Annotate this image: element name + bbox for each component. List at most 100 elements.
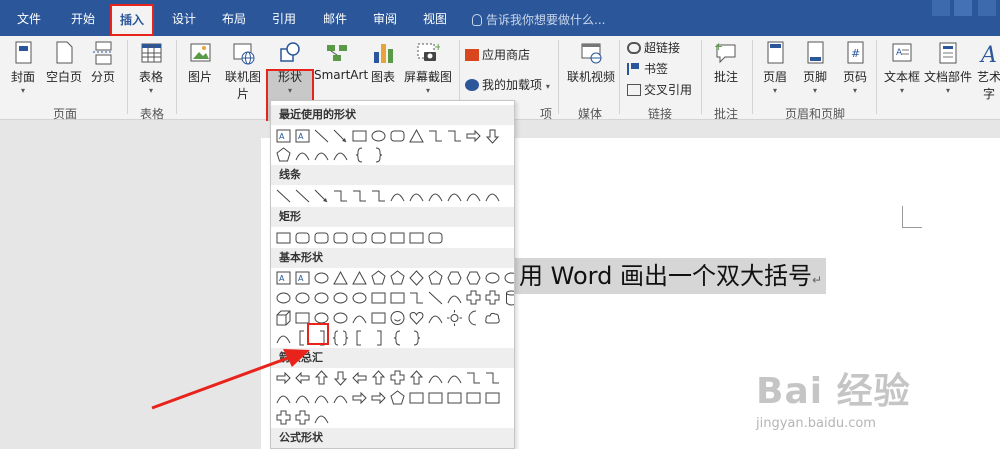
shape-option-heart[interactable]	[408, 309, 425, 327]
shape-option-uarrow[interactable]	[408, 369, 425, 387]
shape-option-line[interactable]	[294, 187, 311, 205]
shape-option-rect[interactable]	[446, 389, 463, 407]
tab-insert[interactable]: 插入	[110, 4, 155, 36]
shape-option-oval[interactable]	[275, 289, 292, 307]
page-break-button[interactable]: 分页	[88, 40, 118, 85]
shape-option-rect[interactable]	[465, 389, 482, 407]
shape-option-rrect[interactable]	[370, 229, 387, 247]
shape-option-cloud[interactable]	[484, 309, 501, 327]
shape-option-rbracket[interactable]	[370, 329, 387, 347]
tab-design[interactable]: 设计	[172, 10, 196, 28]
shape-option-larrow[interactable]	[294, 369, 311, 387]
shape-option-elbow[interactable]	[427, 127, 444, 145]
bookmark-button[interactable]: 书签	[627, 60, 668, 77]
tab-references[interactable]: 引用	[272, 10, 296, 28]
shape-option-curve[interactable]	[332, 389, 349, 407]
shape-option-darrow[interactable]	[332, 369, 349, 387]
cross-reference-button[interactable]: 交叉引用	[627, 81, 692, 98]
window-control-icon[interactable]	[954, 0, 972, 16]
shape-option-rrect[interactable]	[351, 229, 368, 247]
shape-option-rarrow[interactable]	[465, 127, 482, 145]
doc-parts-button[interactable]: 文档部件 ▾	[924, 40, 972, 95]
shape-option-rect[interactable]	[370, 309, 387, 327]
my-addins-button[interactable]: 我的加载项 ▾	[465, 76, 550, 93]
online-video-button[interactable]: 联机视频	[566, 40, 616, 85]
shape-option-rbrace[interactable]	[408, 329, 425, 347]
shape-option-curve[interactable]	[294, 389, 311, 407]
tab-view[interactable]: 视图	[423, 10, 447, 28]
shape-option-cross[interactable]	[294, 409, 311, 427]
shape-option-rect[interactable]	[275, 229, 292, 247]
smartart-button[interactable]: SmartArt	[314, 40, 368, 82]
shape-option-curve[interactable]	[408, 187, 425, 205]
shape-option-rarrow[interactable]	[351, 389, 368, 407]
shape-option-rect[interactable]	[408, 389, 425, 407]
cover-page-button[interactable]: 封面 ▾	[8, 40, 38, 95]
shape-option-curve[interactable]	[465, 187, 482, 205]
shape-option-dbrace[interactable]	[332, 329, 349, 347]
shape-option-curve[interactable]	[446, 187, 463, 205]
shape-option-oval[interactable]	[351, 289, 368, 307]
shape-option-text[interactable]: A	[275, 269, 292, 287]
shape-option-arrowline[interactable]	[332, 127, 349, 145]
shape-option-tri[interactable]	[351, 269, 368, 287]
chart-button[interactable]: 图表	[368, 40, 398, 85]
shape-option-text[interactable]: A	[294, 269, 311, 287]
shape-option-rect[interactable]	[370, 289, 387, 307]
online-picture-button[interactable]: 联机图片	[221, 40, 265, 102]
shape-option-curve[interactable]	[446, 289, 463, 307]
shape-option-pent[interactable]	[275, 146, 292, 164]
hyperlink-button[interactable]: 超链接	[627, 39, 680, 56]
shape-option-rect[interactable]	[408, 229, 425, 247]
shape-option-line[interactable]	[275, 187, 292, 205]
shape-option-elbow[interactable]	[370, 187, 387, 205]
tell-me-box[interactable]: 告诉我你想要做什么...	[472, 11, 605, 28]
shape-option-larrow[interactable]	[351, 369, 368, 387]
shape-option-elbow[interactable]	[351, 187, 368, 205]
shape-option-text[interactable]: A	[294, 127, 311, 145]
shape-option-cube[interactable]	[275, 309, 292, 327]
picture-button[interactable]: 图片	[185, 40, 215, 85]
shape-option-elbow[interactable]	[332, 187, 349, 205]
shape-option-curve[interactable]	[484, 187, 501, 205]
shape-option-oval[interactable]	[294, 289, 311, 307]
shape-option-lbrace[interactable]	[351, 146, 368, 164]
shape-option-curve[interactable]	[427, 309, 444, 327]
blank-page-button[interactable]: 空白页	[44, 40, 84, 85]
shape-option-diamond[interactable]	[408, 269, 425, 287]
shape-option-hex[interactable]	[446, 269, 463, 287]
tab-review[interactable]: 审阅	[373, 10, 397, 28]
table-button[interactable]: 表格 ▾	[136, 40, 166, 95]
shape-option-uarrow[interactable]	[313, 369, 330, 387]
shape-option-rrect[interactable]	[427, 229, 444, 247]
shapes-button[interactable]: 形状 ▾	[268, 40, 312, 95]
shape-option-curve[interactable]	[427, 187, 444, 205]
shape-option-curve[interactable]	[427, 369, 444, 387]
shape-option-oval[interactable]	[313, 289, 330, 307]
new-comment-button[interactable]: + 批注	[711, 40, 741, 85]
shape-option-rarrow[interactable]	[370, 389, 387, 407]
shape-option-rrect[interactable]	[294, 229, 311, 247]
tab-file[interactable]: 文件	[17, 10, 41, 28]
window-control-icon[interactable]	[932, 0, 950, 16]
shape-option-moon[interactable]	[465, 309, 482, 327]
shape-option-rect[interactable]	[484, 389, 501, 407]
window-control-icon[interactable]	[978, 0, 996, 16]
shape-option-rrect[interactable]	[313, 229, 330, 247]
shape-option-darrow[interactable]	[484, 127, 501, 145]
footer-button[interactable]: 页脚 ▾	[800, 40, 830, 95]
shape-option-curve[interactable]	[389, 187, 406, 205]
shape-option-oval[interactable]	[503, 269, 514, 287]
page-number-button[interactable]: # 页码 ▾	[840, 40, 870, 95]
shape-option-oval[interactable]	[484, 269, 501, 287]
shape-option-rrect[interactable]	[332, 229, 349, 247]
shape-option-rect[interactable]	[389, 229, 406, 247]
shape-option-cross[interactable]	[389, 369, 406, 387]
shape-option-cross[interactable]	[275, 409, 292, 427]
tab-mailings[interactable]: 邮件	[323, 10, 347, 28]
shape-option-rbrace[interactable]	[370, 146, 387, 164]
shape-option-text[interactable]: A	[275, 127, 292, 145]
shape-option-can[interactable]	[503, 289, 514, 307]
shape-option-pent[interactable]	[389, 269, 406, 287]
tab-home[interactable]: 开始	[71, 10, 95, 28]
